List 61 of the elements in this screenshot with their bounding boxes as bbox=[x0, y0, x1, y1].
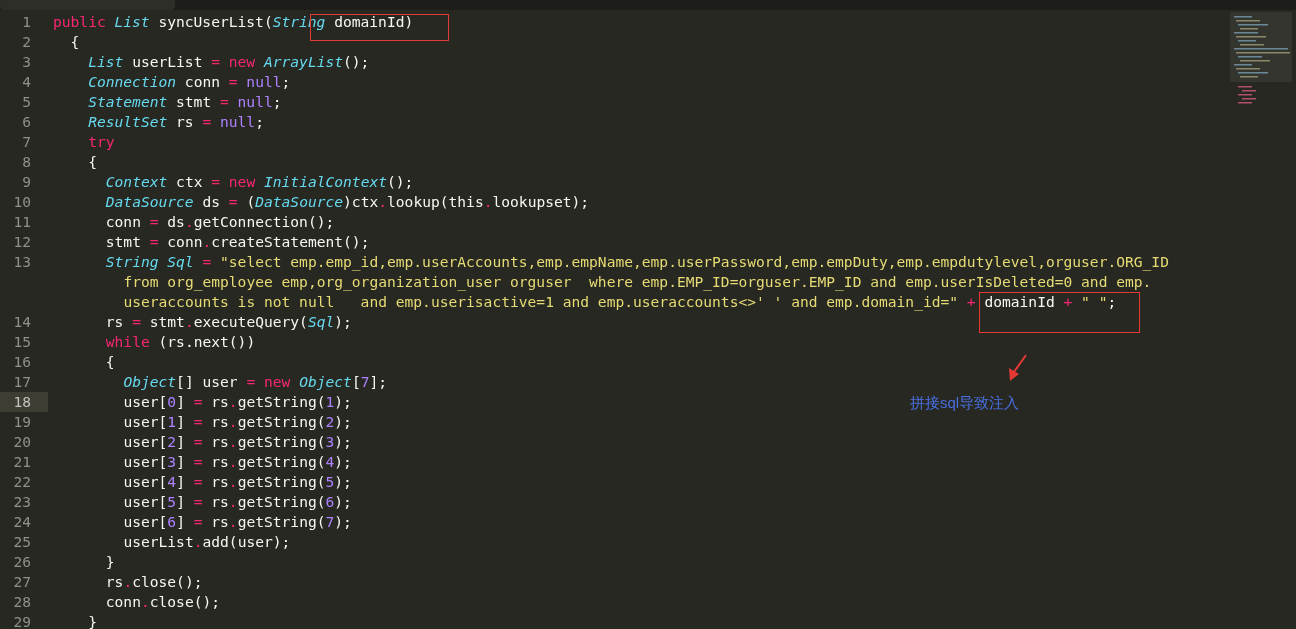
line-number: 19 bbox=[12, 412, 32, 432]
line-number: 1 bbox=[21, 12, 32, 32]
code-line: conn = ds.getConnection(); bbox=[105, 213, 335, 230]
line-number: 25 bbox=[12, 532, 32, 552]
line-number: 16 bbox=[12, 352, 32, 372]
line-number: 13 bbox=[12, 252, 32, 272]
arrow-icon bbox=[1006, 354, 1028, 382]
code-line: Connection conn = null; bbox=[88, 73, 291, 90]
line-number: 5 bbox=[21, 92, 32, 112]
annotation-text: 拼接sql导致注入 bbox=[910, 393, 1020, 413]
code-line: stmt = conn.createStatement(); bbox=[105, 233, 370, 250]
code-line: String Sql = "select emp.emp_id,emp.userAccounts,emp.empName,emp.userPassword,emp.empDuty,emp.empdutylevel,orguser.ORG_ID bbox=[105, 253, 1169, 270]
line-number: 22 bbox=[12, 472, 32, 492]
line-number: 15 bbox=[12, 332, 32, 352]
code-line: user[3] = rs.getString(4); bbox=[123, 453, 352, 470]
line-number: 24 bbox=[12, 512, 32, 532]
line-number: 14 bbox=[12, 312, 32, 332]
line-number: 6 bbox=[21, 112, 32, 132]
line-number: 18 bbox=[0, 392, 48, 412]
code-line: Object[] user = new Object[7]; bbox=[123, 373, 388, 390]
code-line: from org_employee emp,org_organization_user orguser where emp.EMP_ID=orguser.EMP_ID and emp.userIsDeleted=0 and emp. bbox=[123, 273, 1152, 290]
line-number: 3 bbox=[21, 52, 32, 72]
code-line: DataSource ds = (DataSource)ctx.lookup(this.lookupset); bbox=[105, 193, 590, 210]
code-line: rs = stmt.executeQuery(Sql); bbox=[105, 313, 352, 330]
code-line: userList.add(user); bbox=[123, 533, 291, 550]
line-number: 23 bbox=[12, 492, 32, 512]
code-line: rs.close(); bbox=[105, 573, 203, 590]
line-number: 9 bbox=[21, 172, 32, 192]
code-line: ResultSet rs = null; bbox=[88, 113, 264, 130]
code-line: Statement stmt = null; bbox=[88, 93, 282, 110]
code-line: { bbox=[105, 353, 115, 370]
code-line: { bbox=[88, 153, 97, 170]
code-line: Context ctx = new InitialContext(); bbox=[105, 173, 414, 190]
code-line: } bbox=[88, 613, 97, 629]
line-number: 28 bbox=[12, 592, 32, 612]
code-line: user[4] = rs.getString(5); bbox=[123, 473, 352, 490]
code-line: user[2] = rs.getString(3); bbox=[123, 433, 352, 450]
code-line: conn.close(); bbox=[105, 593, 221, 610]
line-number: 7 bbox=[21, 132, 32, 152]
line-number: 20 bbox=[12, 432, 32, 452]
line-number: 21 bbox=[12, 452, 32, 472]
code-line: user[1] = rs.getString(2); bbox=[123, 413, 352, 430]
line-number: 2 bbox=[21, 32, 32, 52]
code-line: } bbox=[105, 553, 115, 570]
code-line: user[5] = rs.getString(6); bbox=[123, 493, 352, 510]
line-number: 4 bbox=[21, 72, 32, 92]
line-number: 11 bbox=[12, 212, 32, 232]
line-number: 29 bbox=[12, 612, 32, 629]
line-number: 26 bbox=[12, 552, 32, 572]
code-line: List userList = new ArrayList(); bbox=[88, 53, 370, 70]
line-number: 27 bbox=[12, 572, 32, 592]
line-number: 10 bbox=[12, 192, 32, 212]
line-number: 8 bbox=[21, 152, 32, 172]
code-line: user[6] = rs.getString(7); bbox=[123, 513, 352, 530]
code-line: try bbox=[88, 133, 115, 150]
code-line: useraccounts is not null and emp.userisactive=1 and emp.useraccounts<>' ' and emp.domain_id=" + domainId + " "; bbox=[123, 293, 1117, 310]
line-number: 17 bbox=[12, 372, 32, 392]
line-number: 12 bbox=[12, 232, 32, 252]
code-line: { bbox=[70, 33, 80, 50]
code-line: user[0] = rs.getString(1); bbox=[123, 393, 352, 410]
code-line: while (rs.next()) bbox=[105, 333, 256, 350]
